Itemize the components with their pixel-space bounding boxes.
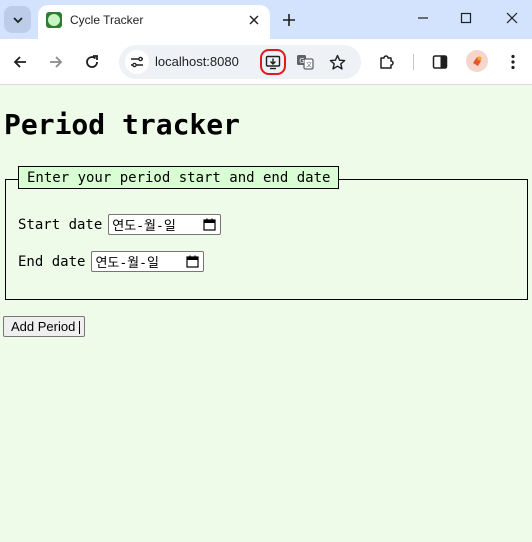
minimize-icon: [418, 17, 428, 19]
text-cursor: [79, 321, 80, 334]
tab-close-button[interactable]: [244, 10, 264, 30]
start-date-input[interactable]: 연도-월-일: [108, 214, 222, 235]
bookmark-button[interactable]: [325, 50, 349, 74]
close-icon: [249, 15, 259, 25]
start-date-value: 연도-월-일: [112, 219, 176, 234]
puzzle-icon: [380, 55, 394, 69]
forward-button[interactable]: [44, 50, 68, 74]
tune-icon: [131, 56, 143, 68]
start-date-label: Start date: [18, 216, 103, 233]
install-icon: [265, 55, 281, 70]
back-button[interactable]: [8, 50, 32, 74]
favicon-icon: [46, 12, 62, 28]
minimize-button[interactable]: [410, 7, 436, 29]
chevron-down-icon: [12, 16, 23, 23]
toolbar-divider: [413, 54, 414, 70]
plus-icon: [283, 14, 295, 26]
svg-text:G: G: [299, 57, 304, 65]
new-tab-button[interactable]: [278, 9, 300, 31]
translate-icon: G文: [297, 55, 314, 70]
arrow-right-icon: [50, 56, 63, 68]
reload-icon: [86, 55, 98, 68]
tab-title: Cycle Tracker: [70, 13, 144, 27]
calendar-icon[interactable]: [203, 218, 216, 231]
profile-avatar[interactable]: [466, 50, 488, 72]
avatar-icon: [473, 56, 482, 66]
end-date-label: End date: [18, 253, 86, 270]
menu-button[interactable]: [501, 50, 525, 74]
close-icon: [506, 12, 518, 24]
extensions-button[interactable]: [375, 50, 399, 74]
page-content: Period tracker Enter your period start a…: [0, 86, 532, 542]
translate-button[interactable]: G文: [293, 50, 317, 74]
star-icon: [329, 54, 345, 70]
close-window-button[interactable]: [499, 7, 525, 29]
side-panel-icon: [432, 55, 448, 69]
calendar-icon[interactable]: [186, 255, 200, 268]
install-app-button[interactable]: [260, 49, 286, 75]
maximize-button[interactable]: [453, 7, 479, 29]
svg-text:文: 文: [306, 61, 312, 69]
arrow-left-icon: [13, 56, 26, 68]
side-panel-button[interactable]: [428, 50, 452, 74]
end-date-input[interactable]: 연도-월-일: [91, 251, 205, 272]
maximize-icon: [460, 12, 472, 24]
address-bar[interactable]: localhost:8080 G文: [119, 45, 361, 79]
period-fieldset: Enter your period start and end date Sta…: [5, 166, 528, 300]
tab-search-button[interactable]: [4, 6, 31, 33]
add-period-button[interactable]: Add Period: [3, 316, 85, 337]
tab-strip: Cycle Tracker: [0, 0, 532, 39]
start-date-row: Start date 연도-월-일: [18, 214, 222, 235]
page-title: Period tracker: [4, 108, 241, 141]
site-info-button[interactable]: [125, 50, 149, 74]
url-text: localhost:8080: [155, 54, 239, 69]
end-date-value: 연도-월-일: [95, 256, 159, 271]
end-date-row: End date 연도-월-일: [18, 251, 205, 272]
browser-toolbar: localhost:8080 G文: [0, 39, 532, 85]
browser-tab[interactable]: Cycle Tracker: [38, 5, 270, 39]
more-vert-icon: [511, 54, 515, 70]
fieldset-legend: Enter your period start and end date: [18, 166, 340, 189]
add-period-label: Add Period: [11, 319, 76, 334]
reload-button[interactable]: [80, 50, 104, 74]
